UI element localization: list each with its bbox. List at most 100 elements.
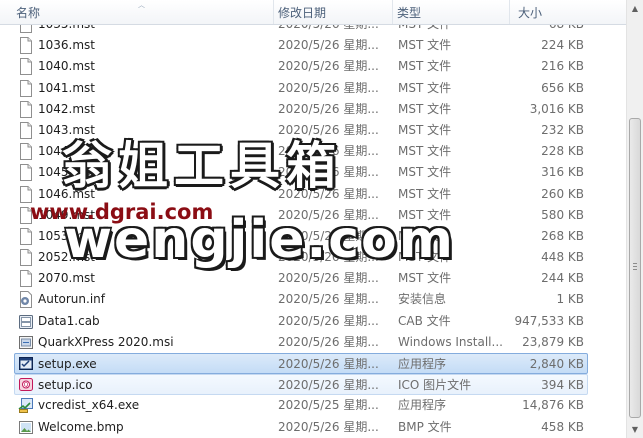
file-icon [18,206,34,224]
sort-ascending-icon: ︿ [138,1,145,9]
file-row[interactable]: vcredist_x64.exe 2020/5/25 星期... 应用程序 14,87… [0,395,626,416]
column-header-name[interactable]: ︿ 名称 [0,0,274,24]
column-header-size-label: 大小 [518,6,543,20]
file-row[interactable]: 1045.mst 2020/5/26 星期... MST 文件 316 KB [0,162,626,183]
file-icon [18,249,34,267]
file-row[interactable]: Qsetup.ico 2020/5/26 星期... ICO 图片文件 394 KB [14,374,588,396]
file-type: BMP 文件 [398,419,452,434]
installer-package-icon [18,397,34,414]
file-size: 232 KB [541,122,584,137]
file-icon [18,270,34,288]
file-icon [18,37,34,55]
file-row[interactable]: 2052.mst 2020/5/26 星期... MST 文件 448 KB [0,247,626,268]
file-row[interactable]: 1043.mst 2020/5/26 星期... MST 文件 232 KB [0,120,626,141]
file-date: 2020/5/26 星期... [278,250,379,265]
file-type: MST 文件 [398,144,452,159]
file-type: 应用程序 [398,357,447,371]
file-size: 394 KB [541,378,584,393]
file-row[interactable]: 2070.mst 2020/5/26 星期... MST 文件 244 KB [0,268,626,289]
file-size: 656 KB [541,80,584,95]
scroll-down-arrow-icon[interactable]: ▼ [627,421,643,438]
file-date: 2020/5/26 星期... [278,80,379,95]
file-type: MST 文件 [398,122,452,137]
file-name: Autorun.inf [38,292,105,307]
file-name: setup.exe [38,357,97,371]
file-type: MST 文件 [398,59,452,74]
scrollbar-thumb[interactable] [629,118,641,418]
file-row[interactable]: 1040.mst 2020/5/26 星期... MST 文件 216 KB [0,56,626,77]
file-date: 2020/5/26 星期... [278,271,379,286]
column-header-name-label: 名称 [16,6,41,20]
file-row[interactable]: 1035.mst 2020/5/26 星期... MST 文件68 KB [0,25,626,35]
file-date: 2020/5/26 星期... [278,165,379,180]
file-icon [18,143,34,161]
file-date: 2020/5/26 星期... [278,38,379,53]
file-date: 2020/5/26 星期... [278,292,379,307]
file-name: 1041.mst [38,80,95,95]
file-size: 316 KB [541,165,584,180]
grip-line [633,266,637,267]
file-type: CAB 文件 [398,313,451,328]
file-type: MST 文件 [398,38,452,53]
file-size: 14,876 KB [522,398,584,413]
file-type: MST 文件 [398,207,452,222]
file-row[interactable]: Welcome.bmp 2020/5/26 星期... BMP 文件 458 KB [0,417,626,438]
file-name: 1036.mst [38,38,95,53]
column-header: ︿ 名称 修改日期 类型 大小 [0,0,626,25]
file-row[interactable]: 1053.mst 2020/5/26 星期... MST 文件 268 KB [0,226,626,247]
file-name: 1043.mst [38,122,95,137]
file-row[interactable]: QuarkXPress 2020.msi 2020/5/26 星期... Windo… [0,332,626,353]
file-size: 1 KB [556,292,584,307]
column-header-size[interactable]: 大小 [510,0,626,24]
file-row[interactable]: 1042.mst 2020/5/26 星期... MST 文件 3,016 KB [0,99,626,120]
column-header-date[interactable]: 修改日期 [274,0,393,24]
file-date: 2020/5/26 星期... [278,357,379,371]
file-date: 2020/5/25 星期... [278,398,379,413]
file-row[interactable]: 1041.mst 2020/5/26 星期... MST 文件 656 KB [0,78,626,99]
cabinet-file-icon [18,313,34,330]
file-row[interactable]: 1044.mst 2020/5/26 星期... MST 文件 228 KB [0,141,626,162]
file-size: 448 KB [541,250,584,265]
file-date: 2020/5/26 星期... [278,334,379,349]
file-date: 2020/5/26 星期... [278,378,379,393]
file-row[interactable]: Data1.cab 2020/5/26 星期... CAB 文件 947,533 KB [0,311,626,332]
svg-text:Q: Q [24,382,29,389]
file-date: 2020/5/26 星期... [278,419,379,434]
file-name: 1053.mst [38,228,95,243]
file-date: 2020/5/26 星期... [278,186,379,201]
file-row[interactable]: setup.exe 2020/5/26 星期... 应用程序 2,840 KB [14,353,588,375]
file-size: 228 KB [541,144,584,159]
file-name: Welcome.bmp [38,419,124,434]
file-size: 268 KB [541,228,584,243]
file-icon [18,79,34,97]
file-icon [18,58,34,76]
file-name: 1035.mst [38,25,270,35]
file-type: MST 文件 [398,165,452,180]
file-type: MST 文件 [398,250,452,265]
file-name: 1046.mst [38,186,95,201]
file-icon [18,185,34,203]
scroll-up-arrow-icon[interactable]: ▲ [627,0,643,17]
file-type: MST 文件 [398,80,452,95]
file-type: MST 文件 [398,25,508,35]
file-row[interactable]: Autorun.inf 2020/5/26 星期... 安装信息 1 KB [0,289,626,310]
file-date: 2020/5/26 星期... [278,59,379,74]
file-icon [18,25,34,33]
file-type: MST 文件 [398,101,452,116]
file-date: 2020/5/26 星期... [278,313,379,328]
file-row[interactable]: 1046.mst 2020/5/26 星期... MST 文件 260 KB [0,184,626,205]
file-type: Windows Install... [398,334,503,349]
file-size: 244 KB [541,271,584,286]
file-size: 23,879 KB [522,334,584,349]
column-header-date-label: 修改日期 [278,6,327,20]
file-name: Data1.cab [38,313,100,328]
bitmap-icon [18,419,34,436]
file-row[interactable]: 1049.mst 2020/5/26 星期... MST 文件 580 KB [0,205,626,226]
file-size: 2,840 KB [529,357,584,371]
file-type: 应用程序 [398,398,447,413]
vertical-scrollbar[interactable]: ▲ ▼ [626,0,643,438]
column-header-type[interactable]: 类型 [393,0,510,24]
file-row[interactable]: 1036.mst 2020/5/26 星期... MST 文件 224 KB [0,35,626,56]
settings-file-icon [18,291,34,309]
file-size: 224 KB [541,38,584,53]
